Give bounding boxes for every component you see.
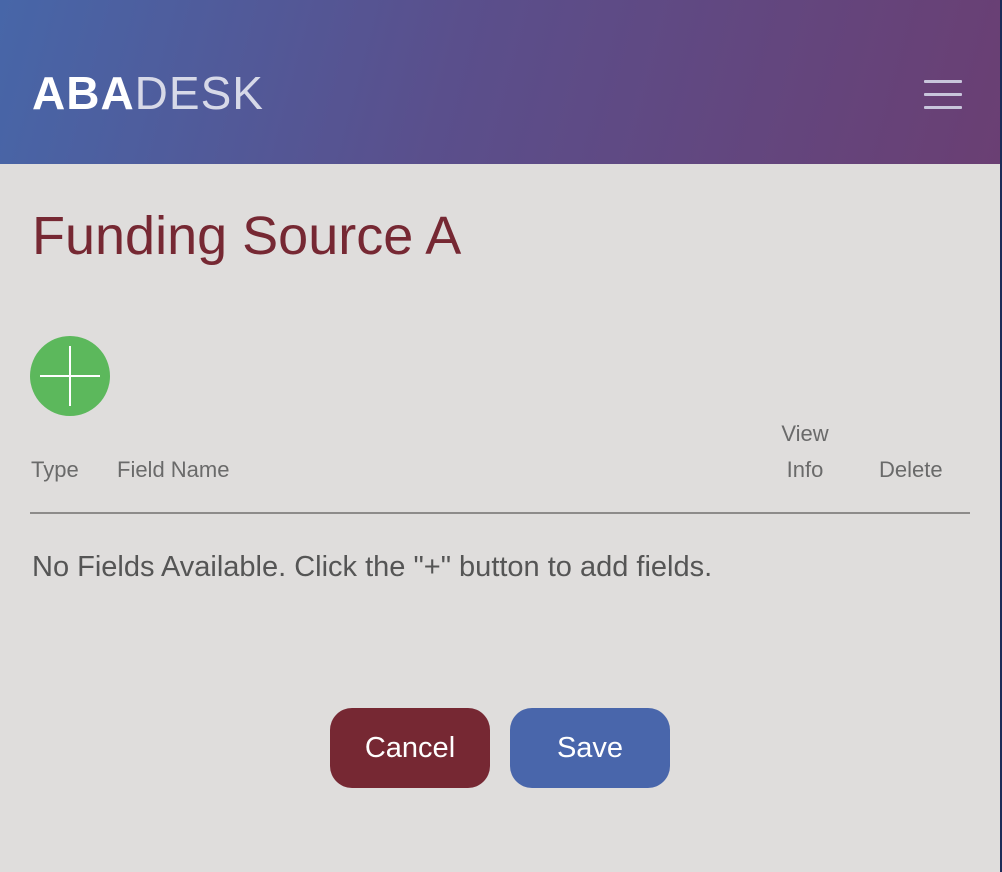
aba-desk-logo[interactable]: ABADESK: [32, 68, 264, 118]
plus-icon: [40, 346, 100, 406]
column-header-view-info-line1: View: [781, 421, 829, 446]
column-header-delete: Delete: [879, 457, 943, 482]
app-header: ABADESK: [0, 0, 1000, 164]
column-header-type: Type: [31, 457, 79, 482]
column-header-view-info-line2: Info: [786, 457, 824, 482]
hamburger-menu-icon[interactable]: [918, 72, 970, 116]
menu-bar-top: [924, 80, 962, 83]
page-title: Funding Source A: [32, 206, 462, 266]
table-header-divider: [30, 512, 970, 514]
column-header-field-name: Field Name: [117, 457, 230, 482]
menu-bar-middle: [924, 93, 962, 96]
empty-fields-message: No Fields Available. Click the "+" butto…: [32, 551, 713, 583]
logo-text-bold: ABA: [32, 67, 135, 119]
app-frame: ABADESK Funding Source A Type Field Name…: [0, 0, 1000, 872]
save-button[interactable]: Save: [510, 708, 670, 788]
add-field-button[interactable]: [30, 336, 110, 416]
menu-bar-bottom: [924, 106, 962, 109]
logo-text-light: DESK: [134, 67, 264, 119]
cancel-button[interactable]: Cancel: [330, 708, 490, 788]
